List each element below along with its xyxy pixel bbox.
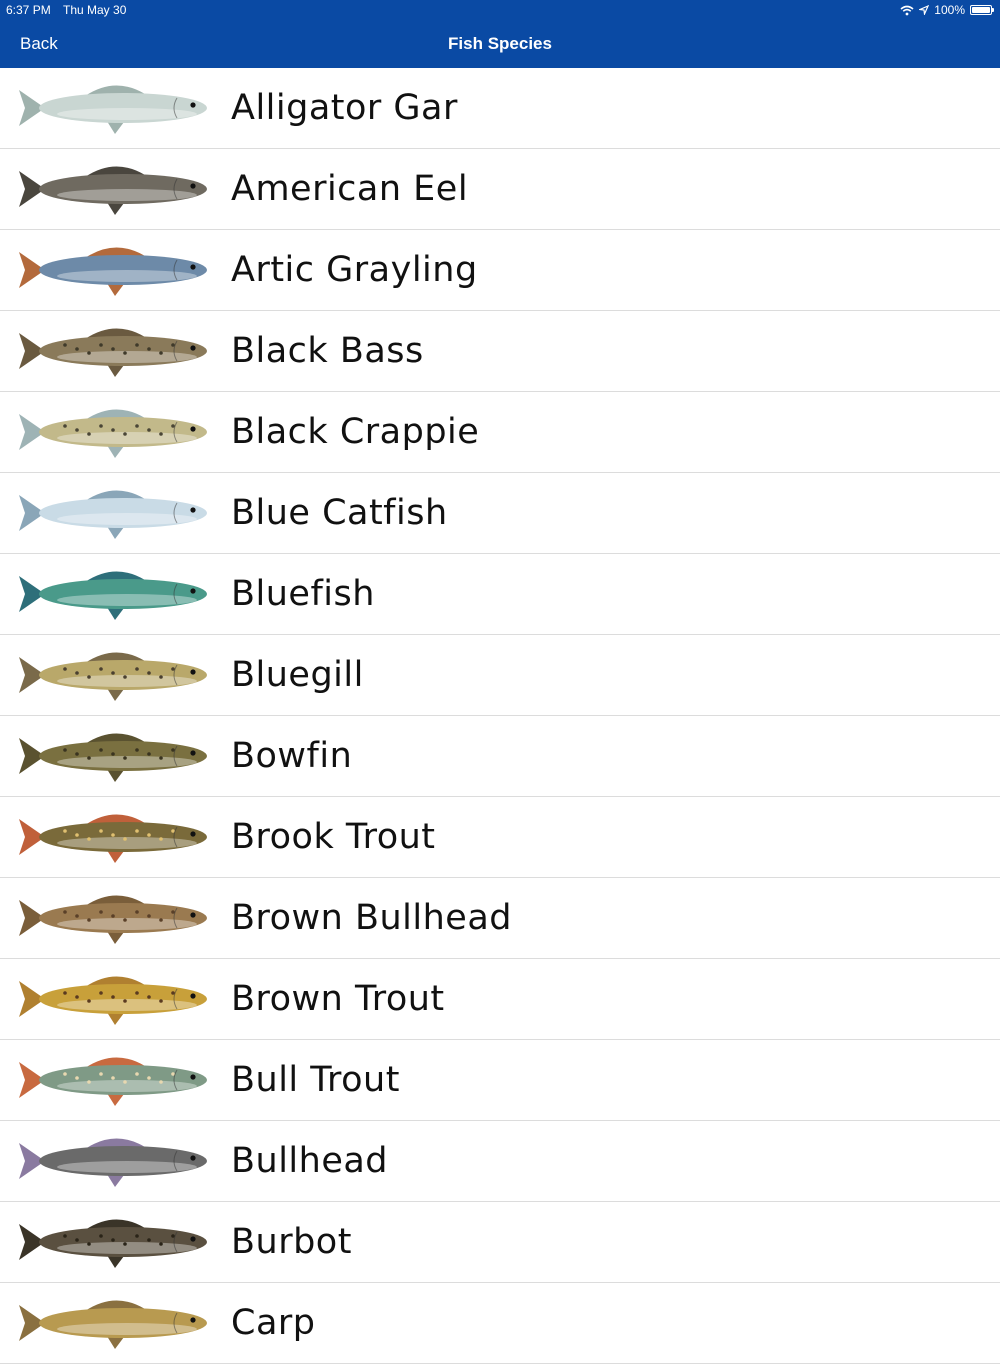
fish-name-label: Bullhead <box>231 1141 389 1181</box>
status-bar: 6:37 PM Thu May 30 100% <box>0 0 1000 20</box>
fish-image-icon <box>19 1138 207 1187</box>
wifi-icon <box>900 5 914 15</box>
list-item[interactable]: Brown Bullhead <box>0 878 1000 959</box>
fish-image-icon <box>19 571 207 620</box>
status-time: 6:37 PM <box>6 3 51 17</box>
fish-image-icon <box>19 652 207 701</box>
list-item[interactable]: Brook Trout <box>0 797 1000 878</box>
list-item[interactable]: Bull Trout <box>0 1040 1000 1121</box>
fish-name-label: Brook Trout <box>231 817 436 857</box>
fish-name-label: Bowfin <box>231 736 353 776</box>
fish-image-icon <box>19 85 207 134</box>
fish-name-label: Brown Bullhead <box>231 898 513 938</box>
fish-image-icon <box>19 1300 207 1349</box>
list-item[interactable]: Bluegill <box>0 635 1000 716</box>
fish-name-label: Alligator Gar <box>231 88 458 128</box>
fish-name-label: Brown Trout <box>231 979 445 1019</box>
fish-image-icon <box>19 1219 207 1268</box>
list-item[interactable]: Bluefish <box>0 554 1000 635</box>
fish-species-list: Alligator Gar American Eel Artic Grayling B… <box>0 68 1000 1364</box>
fish-name-label: Blue Catfish <box>231 493 448 533</box>
fish-image-icon <box>19 895 207 944</box>
fish-name-label: Black Crappie <box>231 412 480 452</box>
list-item[interactable]: American Eel <box>0 149 1000 230</box>
page-title: Fish Species <box>448 34 552 53</box>
fish-image-icon <box>19 247 207 296</box>
status-right: 100% <box>900 3 994 17</box>
fish-name-label: Burbot <box>231 1222 352 1262</box>
fish-name-label: Carp <box>231 1303 316 1343</box>
fish-image-icon <box>19 166 207 215</box>
fish-name-label: Bull Trout <box>231 1060 400 1100</box>
fish-image-icon <box>19 976 207 1025</box>
list-item[interactable]: Black Bass <box>0 311 1000 392</box>
fish-name-label: Black Bass <box>231 331 424 371</box>
list-item[interactable]: Blue Catfish <box>0 473 1000 554</box>
battery-icon <box>970 5 994 15</box>
list-item[interactable]: Burbot <box>0 1202 1000 1283</box>
list-item[interactable]: Bowfin <box>0 716 1000 797</box>
fish-image-icon <box>19 328 207 377</box>
navigation-bar: Back Fish Species <box>0 20 1000 68</box>
fish-name-label: Bluefish <box>231 574 375 614</box>
fish-name-label: Bluegill <box>231 655 364 695</box>
fish-image-icon <box>19 814 207 863</box>
fish-image-icon <box>19 490 207 539</box>
list-item[interactable]: Brown Trout <box>0 959 1000 1040</box>
list-item[interactable]: Alligator Gar <box>0 68 1000 149</box>
fish-image-icon <box>19 409 207 458</box>
location-icon <box>919 5 930 15</box>
list-item[interactable]: Carp <box>0 1283 1000 1364</box>
status-date: Thu May 30 <box>63 3 127 17</box>
fish-name-label: American Eel <box>231 169 469 209</box>
list-item[interactable]: Black Crappie <box>0 392 1000 473</box>
fish-name-label: Artic Grayling <box>231 250 478 290</box>
battery-percent: 100% <box>934 3 965 17</box>
fish-image-icon <box>19 733 207 782</box>
list-item[interactable]: Artic Grayling <box>0 230 1000 311</box>
fish-image-icon <box>19 1057 207 1106</box>
list-item[interactable]: Bullhead <box>0 1121 1000 1202</box>
